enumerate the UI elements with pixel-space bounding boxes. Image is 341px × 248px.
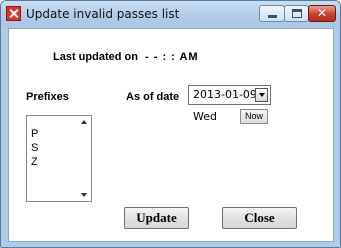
maximize-button[interactable] <box>284 5 309 22</box>
date-picker[interactable]: 2013-01-09 <box>188 85 271 105</box>
window-close-button[interactable]: ✕ <box>308 5 336 22</box>
day-of-week: Wed <box>193 110 217 123</box>
chevron-down-icon <box>259 93 265 97</box>
dialog-body: Last updated on - - : : AM Prefixes As o… <box>8 28 334 242</box>
scroll-up-icon[interactable] <box>81 120 87 124</box>
minimize-icon <box>268 15 277 18</box>
app-logo-icon <box>6 6 21 21</box>
dialog-window: Update invalid passes list ✕ Last update… <box>0 0 341 248</box>
maximize-icon <box>292 9 302 18</box>
list-item[interactable]: S <box>31 141 38 155</box>
listbox-scrollbar[interactable] <box>77 116 91 201</box>
list-item[interactable]: P <box>31 127 38 141</box>
list-item[interactable]: Z <box>31 155 38 169</box>
prefixes-label: Prefixes <box>26 91 69 103</box>
date-dropdown-button[interactable] <box>255 88 268 102</box>
date-value[interactable]: 2013-01-09 <box>193 88 257 101</box>
update-button[interactable]: Update <box>124 207 189 229</box>
prefixes-listbox[interactable]: P S Z <box>26 115 92 202</box>
close-icon: ✕ <box>317 6 328 20</box>
title-bar[interactable]: Update invalid passes list ✕ <box>1 1 340 27</box>
minimize-button[interactable] <box>259 5 285 22</box>
last-updated-value: - - : : AM <box>145 51 199 63</box>
now-button[interactable]: Now <box>240 109 268 124</box>
scroll-down-icon[interactable] <box>81 193 87 197</box>
window-title: Update invalid passes list <box>26 7 180 21</box>
prefixes-list: P S Z <box>31 127 38 169</box>
last-updated-label: Last updated on <box>53 51 138 63</box>
close-button[interactable]: Close <box>222 207 297 229</box>
as-of-date-label: As of date <box>126 91 180 103</box>
